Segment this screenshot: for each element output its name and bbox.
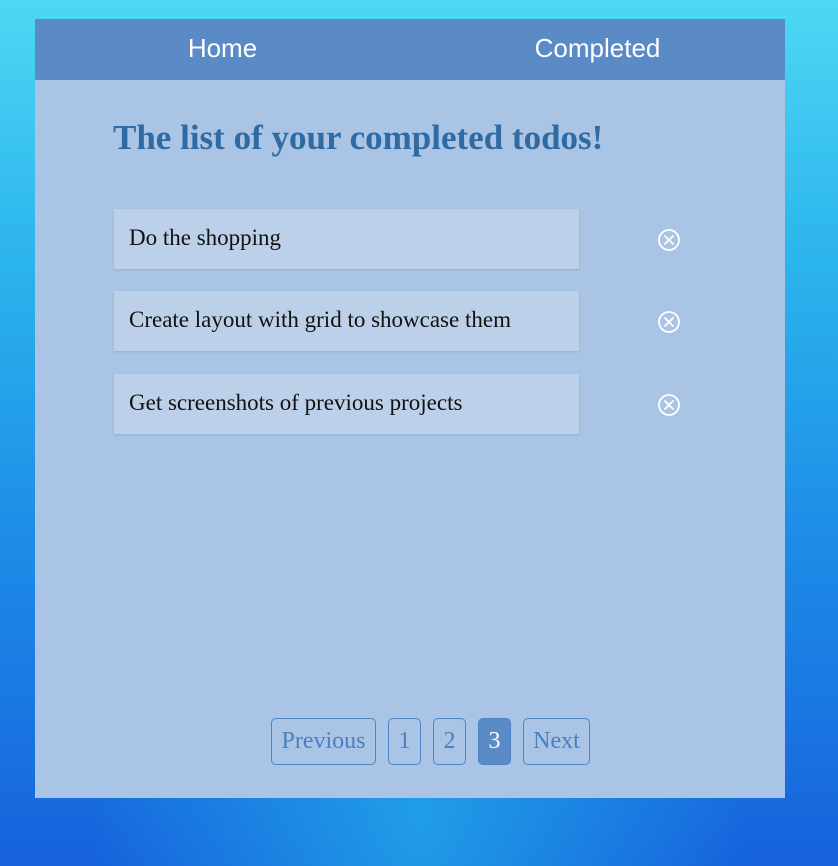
todo-text: Get screenshots of previous projects <box>129 390 463 415</box>
next-button[interactable]: Next <box>523 718 590 765</box>
remove-todo-button[interactable] <box>657 310 681 334</box>
page-1-button[interactable]: 1 <box>388 718 421 765</box>
remove-todo-button[interactable] <box>657 228 681 252</box>
todo-item: Do the shopping <box>114 209 579 269</box>
circle-x-icon <box>658 311 680 333</box>
app-panel: Home Completed The list of your complete… <box>35 19 785 798</box>
circle-x-icon <box>658 394 680 416</box>
top-nav: Home Completed <box>35 19 785 80</box>
nav-completed-link[interactable]: Completed <box>410 19 785 80</box>
circle-x-icon <box>658 229 680 251</box>
pagination: Previous 1 2 3 Next <box>35 718 785 765</box>
todo-item: Get screenshots of previous projects <box>114 374 579 434</box>
page-title: The list of your completed todos! <box>113 118 604 157</box>
previous-button[interactable]: Previous <box>271 718 376 765</box>
todo-text: Create layout with grid to showcase them <box>129 307 511 332</box>
page-2-button[interactable]: 2 <box>433 718 466 765</box>
page-3-button[interactable]: 3 <box>478 718 511 765</box>
remove-todo-button[interactable] <box>657 393 681 417</box>
todo-text: Do the shopping <box>129 225 282 250</box>
nav-home-link[interactable]: Home <box>35 19 410 80</box>
todo-item: Create layout with grid to showcase them <box>114 291 579 351</box>
